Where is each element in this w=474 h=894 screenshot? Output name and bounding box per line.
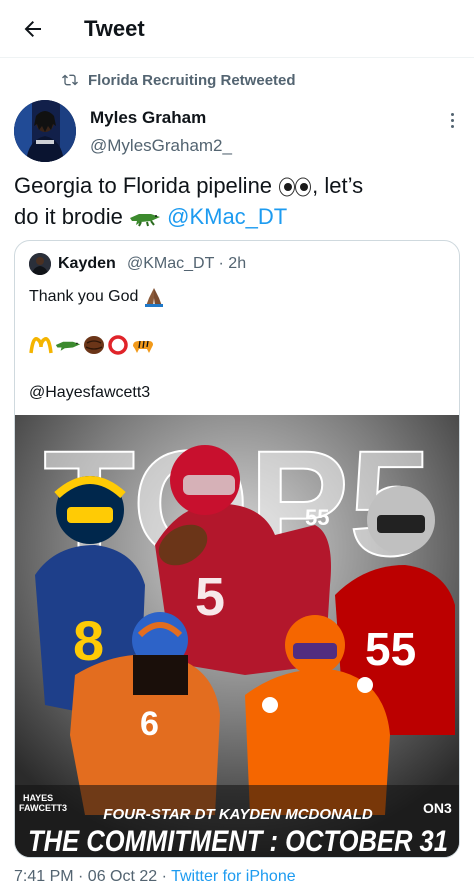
quoted-text-line1: Thank you God: [29, 285, 165, 309]
quoted-tweet[interactable]: Kayden @KMac_DT · 2h Thank you God @Haye…: [14, 240, 460, 858]
retweet-context[interactable]: Florida Recruiting Retweeted: [62, 70, 296, 90]
retweet-icon: [62, 74, 78, 86]
tweet-text-part3: do it brodie: [14, 204, 123, 229]
image-jersey-3: 55: [365, 623, 416, 675]
alligator-emoji: [129, 214, 160, 227]
quoted-author-name: Kayden: [58, 255, 116, 272]
retweet-label: Florida Recruiting Retweeted: [88, 71, 296, 89]
circle-emoji: [108, 335, 128, 355]
quoted-emoji-row: [29, 333, 155, 357]
tweet-footer: 7:41 PM · 06 Oct 22 · Twitter for iPhone: [14, 866, 296, 888]
quoted-author-avatar: [29, 253, 51, 275]
more-options-button[interactable]: [440, 108, 464, 132]
image-jersey-4: 6: [140, 705, 159, 743]
author-name[interactable]: Myles Graham: [90, 107, 206, 129]
image-watermark-line1: HAYES: [23, 793, 53, 803]
quoted-media-image[interactable]: TOP5 55 5 8 55 6 HAYES FAWCETT3 ON3 FOUR…: [15, 415, 459, 858]
quoted-author-meta: @KMac_DT · 2h: [127, 255, 247, 272]
page-title: Tweet: [84, 16, 145, 41]
quoted-mention-text: @Hayesfawcett3: [29, 384, 151, 401]
quoted-thanks-text: Thank you God: [29, 288, 139, 305]
image-headline: THE COMMITMENT : OCTOBER 31: [28, 825, 448, 858]
author-handle[interactable]: @MylesGraham2_: [90, 135, 232, 157]
more-icon: [450, 112, 454, 116]
back-arrow-icon: [24, 21, 41, 37]
image-watermark-line2: FAWCETT3: [19, 803, 67, 813]
football-emoji: [84, 336, 104, 354]
praying-hands-emoji: [144, 287, 163, 307]
tweet-source-link[interactable]: Twitter for iPhone: [171, 868, 296, 885]
image-brand: ON3: [423, 800, 452, 816]
svg-text:5: 5: [195, 567, 225, 627]
tweet-text-part1: Georgia to Florida pipeline: [14, 173, 273, 198]
image-jersey-1: 8: [73, 609, 104, 672]
tweet-timestamp[interactable]: 7:41 PM · 06 Oct 22 ·: [14, 868, 171, 885]
tiger-emoji: [133, 340, 153, 353]
alligator-emoji: [55, 341, 81, 351]
tweet-text-part2: , let’s: [312, 173, 364, 198]
tweet-text: Georgia to Florida pipeline , let’s do i…: [14, 170, 460, 232]
eyes-emoji: [279, 177, 312, 197]
image-caption: FOUR-STAR DT KAYDEN MCDONALD: [103, 806, 373, 823]
m-arch-emoji: [29, 337, 53, 354]
mention-link[interactable]: @KMac_DT: [167, 204, 287, 229]
top-bar: Tweet: [0, 0, 474, 58]
back-button[interactable]: [18, 14, 48, 44]
image-jersey-2: 55: [305, 505, 329, 530]
author-avatar[interactable]: [14, 100, 76, 162]
